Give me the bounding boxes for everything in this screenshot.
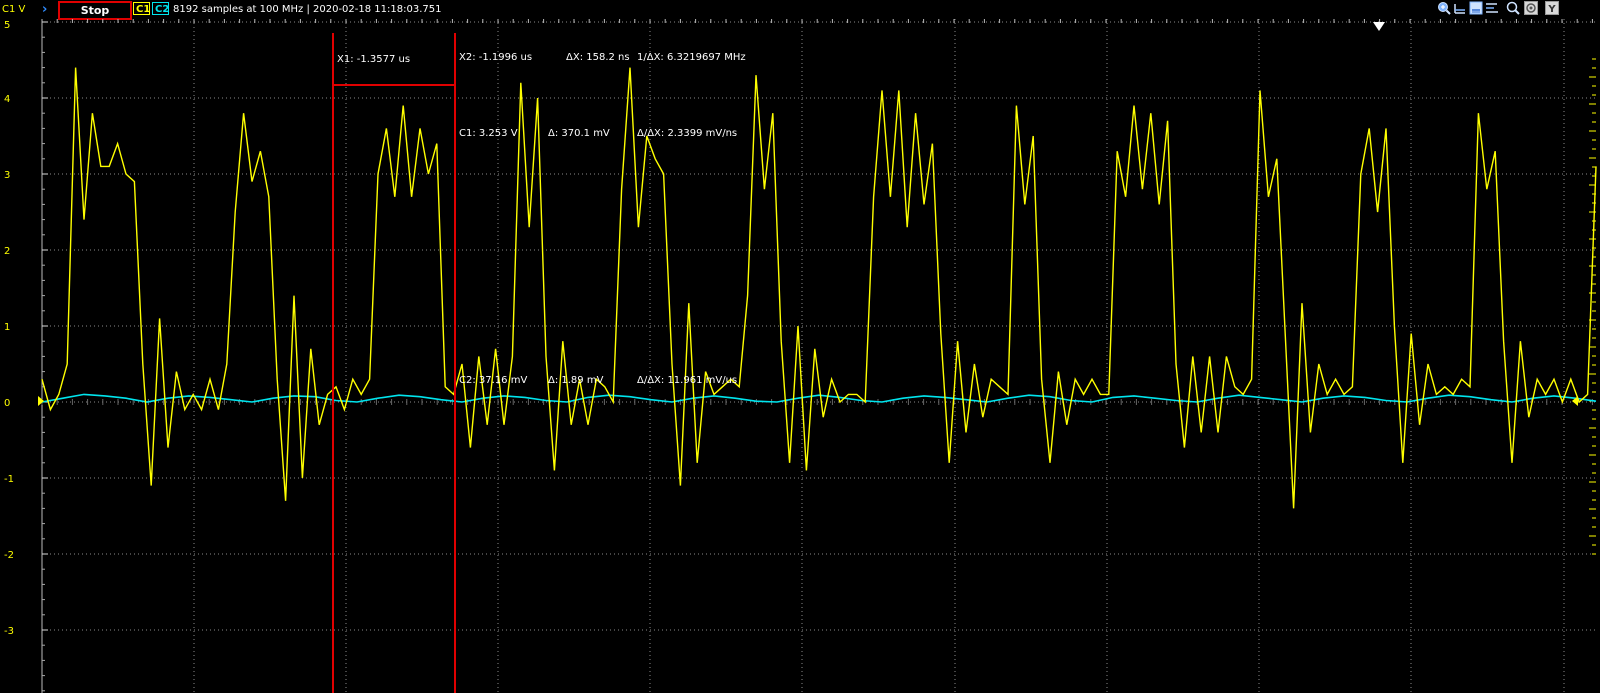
delta-x-readout: ΔX: 158.2 ns: [566, 52, 630, 63]
y-tick-label: 3: [4, 170, 10, 181]
c1-trace: [41, 67, 1597, 509]
settings-icon[interactable]: [1524, 1, 1538, 15]
run-arrow-icon[interactable]: ›: [42, 0, 47, 19]
x2-readout: X2: -1.1996 us: [459, 52, 532, 63]
y-axis-button-label: Y: [1547, 4, 1556, 15]
zoom-in-icon[interactable]: [1437, 1, 1451, 15]
y-tick-label: 2: [4, 246, 10, 257]
trigger-position-marker[interactable]: [1373, 22, 1385, 31]
y-tick-label: 4: [4, 94, 10, 105]
cursor-box-icon[interactable]: [1469, 1, 1483, 15]
y-tick-label: -3: [4, 626, 14, 637]
x1-readout: X1: -1.3577 us: [337, 54, 410, 65]
c2-trace: [41, 393, 1597, 403]
right-edge-marks: [1589, 58, 1596, 555]
top-toolbar: C1 V › Stop C1 C2 8192 samples at 100 MH…: [0, 0, 1600, 20]
channel-c1-toggle[interactable]: C1: [133, 2, 150, 15]
zoom-search-icon[interactable]: [1506, 1, 1520, 15]
c2-slope-readout: Δ/ΔX: 11.961 mV/us: [637, 375, 737, 386]
y-tick-label: -2: [4, 550, 14, 561]
cursor-bars-icon[interactable]: [1485, 1, 1499, 15]
y-tick-label: 0: [4, 398, 10, 409]
c2-delta-readout: Δ: 1.89 mV: [548, 375, 604, 386]
c1-value-readout: C1: 3.253 V: [459, 128, 518, 139]
y-axis-icon[interactable]: Y: [1545, 1, 1559, 15]
cursor-horizontal-icon[interactable]: [1453, 1, 1467, 15]
channel-c2-toggle[interactable]: C2: [152, 2, 169, 15]
c1-delta-readout: Δ: 370.1 mV: [548, 128, 610, 139]
scope-plot[interactable]: 5 4 3 2 1 0 -1 -2 -3 X1: -1.3577 us X2: -1.1996 …: [0, 19, 1600, 693]
acquisition-info: 8192 samples at 100 MHz | 2020-02-18 11:…: [173, 4, 442, 15]
c2-value-readout: C2: 37.16 mV: [459, 375, 527, 386]
grid: [41, 19, 1596, 693]
stop-button[interactable]: Stop: [58, 1, 132, 20]
unit-label: C1 V: [2, 4, 26, 15]
y-tick-label: 1: [4, 322, 10, 333]
c1-slope-readout: Δ/ΔX: 2.3399 mV/ns: [637, 128, 737, 139]
y-axis-ticks: 5 4 3 2 1 0 -1 -2 -3: [4, 20, 48, 692]
y-tick-label: 5: [4, 20, 10, 31]
inv-delta-x-readout: 1/ΔX: 6.3219697 MHz: [637, 52, 746, 63]
y-tick-label: -1: [4, 474, 14, 485]
c1-zero-marker[interactable]: [38, 396, 44, 406]
